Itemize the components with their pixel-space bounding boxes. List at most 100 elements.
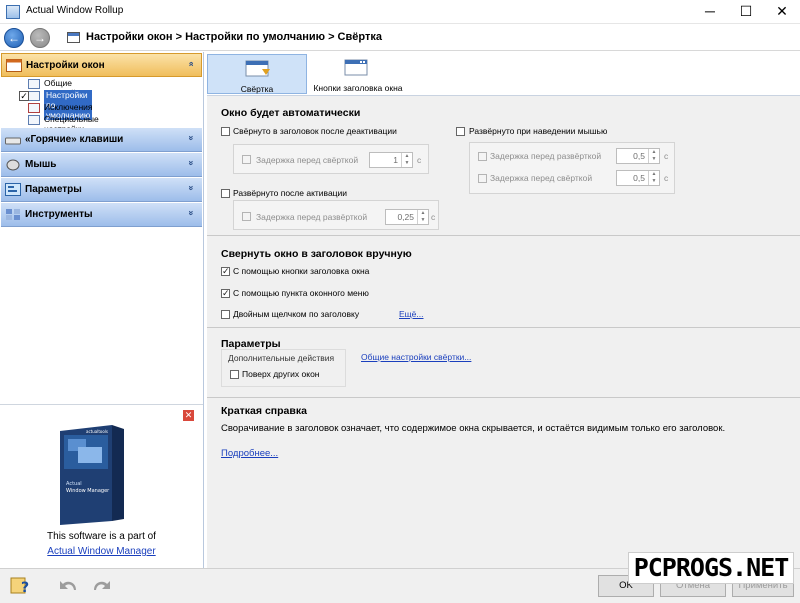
hover-delay-unroll-checkbox[interactable] (478, 152, 487, 161)
deactivation-delay-group: Задержка перед свёрткой 1 ▲ ▼ с (233, 144, 429, 174)
app-icon (6, 5, 20, 19)
double-click-label: Двойным щелчком по заголовку (233, 309, 360, 319)
spinner-arrows-icon[interactable]: ▲ ▼ (648, 171, 659, 185)
via-title-button-label: С помощью кнопки заголовка окна (233, 266, 370, 276)
svg-text:?: ? (21, 580, 29, 595)
delay-before-unroll-label: Задержка перед развёрткой (256, 212, 368, 222)
section-title: Краткая справка (221, 405, 307, 417)
exclusions-icon (28, 103, 40, 113)
sidebar-category-label: «Горячие» клавиши (25, 134, 124, 145)
chevron-down-icon: » (186, 210, 197, 216)
keyboard-icon (5, 133, 21, 146)
sidebar-category-tools[interactable]: Инструменты » (1, 203, 202, 227)
tools-icon (5, 208, 21, 221)
undo-icon[interactable] (58, 575, 80, 595)
hover-delay-rollup-label: Задержка перед свёрткой (490, 173, 593, 183)
close-button[interactable]: ✕ (764, 0, 800, 24)
extra-actions-label: Дополнительные действия (228, 353, 335, 363)
tab-label: Кнопки заголовка окна (313, 83, 403, 93)
rollup-delay-spinner[interactable]: 1 ▲ ▼ (369, 152, 413, 168)
box-title-line2: Window Manager (66, 488, 110, 494)
hover-delay-group: Задержка перед развёрткой 0,5 ▲ ▼ с Задерж… (469, 142, 675, 194)
tab-rollup[interactable]: Свёртка (207, 54, 307, 94)
default-settings-checkbox[interactable]: ✓ (19, 91, 29, 101)
spinner-arrows-icon[interactable]: ▲ ▼ (401, 153, 412, 167)
rolled-after-deactivation-label: Свёрнуто в заголовок после деактивации (233, 126, 397, 136)
seconds-unit: с (431, 212, 436, 222)
hover-rollup-spinner[interactable]: 0,5 ▲ ▼ (616, 170, 660, 186)
forward-button[interactable]: → (30, 28, 50, 48)
redo-icon[interactable] (90, 575, 112, 595)
unrolled-on-hover-label: Развёрнуто при наведении мышью (469, 126, 608, 136)
seconds-unit: с (417, 155, 422, 165)
default-settings-icon (28, 91, 40, 101)
help-icon[interactable]: ? (10, 575, 32, 596)
hover-delay-rollup-checkbox[interactable] (478, 174, 487, 183)
delay-before-rollup-checkbox[interactable] (242, 155, 251, 164)
spinner-arrows-icon[interactable]: ▲ ▼ (417, 210, 428, 224)
chevron-down-icon: » (186, 160, 197, 166)
breadcrumb: Настройки окон > Настройки по умолчанию … (86, 31, 382, 43)
double-click-checkbox[interactable] (221, 310, 230, 319)
title-bar: Actual Window Rollup ─ ☐ ✕ (0, 0, 800, 24)
section-title: Свернуть окно в заголовок вручную (221, 248, 412, 260)
via-window-menu-checkbox[interactable]: ✓ (221, 289, 230, 298)
tab-label: Свёртка (240, 84, 274, 94)
product-box-image: actualtools Actual Window Manager (60, 425, 124, 525)
sidebar-category-label: Мышь (25, 159, 57, 170)
unrolled-after-activation-checkbox[interactable] (221, 189, 230, 198)
settings-content: Окно будет автоматически Свёрнуто в заго… (207, 96, 800, 568)
box-brand: actualtools (86, 429, 108, 434)
hover-unroll-spinner[interactable]: 0,5 ▲ ▼ (616, 148, 660, 164)
help-section: Краткая справка Сворачивание в заголовок… (207, 404, 800, 464)
seconds-unit: с (664, 173, 669, 183)
sidebar-category-hotkeys[interactable]: «Горячие» клавиши » (1, 128, 202, 152)
back-button[interactable]: ← (4, 28, 24, 48)
promo-panel: ✕ actualtools Actual Window Manager This… (0, 404, 203, 568)
chevron-down-icon: » (186, 135, 197, 141)
extra-actions-group: Дополнительные действия Поверх других ок… (221, 349, 346, 387)
unrolled-after-activation-label: Развёрнуто после активации (233, 188, 348, 198)
sidebar-category-window-settings[interactable]: Настройки окон » (1, 53, 202, 77)
promo-text: This software is a part of (47, 531, 156, 542)
window-settings-icon (6, 59, 22, 72)
spinner-arrows-icon[interactable]: ▲ ▼ (648, 149, 659, 163)
sidebar-category-label: Параметры (25, 184, 82, 195)
via-window-menu-label: С помощью пункта оконного меню (233, 288, 369, 298)
via-title-button-checkbox[interactable]: ✓ (221, 267, 230, 276)
more-options-link[interactable]: Ещё... (399, 309, 423, 319)
delay-before-unroll-checkbox[interactable] (242, 212, 251, 221)
sidebar-category-mouse[interactable]: Мышь » (1, 153, 202, 177)
chevron-down-icon: » (186, 185, 197, 191)
sidebar-category-parameters[interactable]: Параметры » (1, 178, 202, 202)
manual-section: Свернуть окно в заголовок вручную ✓ С по… (207, 242, 800, 328)
minimize-button[interactable]: ─ (692, 0, 728, 24)
unrolled-on-hover-checkbox[interactable] (456, 127, 465, 136)
help-more-link[interactable]: Подробнее... (221, 448, 278, 459)
rolled-after-deactivation-checkbox[interactable] (221, 127, 230, 136)
special-settings-icon (28, 115, 40, 125)
unroll-delay-spinner[interactable]: 0,25 ▲ ▼ (385, 209, 429, 225)
activation-delay-group: Задержка перед развёрткой 0,25 ▲ ▼ с (233, 200, 439, 230)
promo-link[interactable]: Actual Window Manager (0, 546, 203, 557)
sidebar-category-label: Настройки окон (26, 60, 105, 71)
chevron-up-icon: » (185, 61, 196, 67)
params-section: Параметры Дополнительные действия Поверх… (207, 334, 800, 398)
tab-title-buttons[interactable]: Кнопки заголовка окна (307, 54, 409, 94)
general-rollup-settings-link[interactable]: Общие настройки свёртки... (361, 352, 471, 362)
general-settings-icon (28, 79, 40, 89)
help-text: Сворачивание в заголовок означает, что с… (221, 423, 726, 434)
navigation-bar: ← → Настройки окон > Настройки по умолча… (0, 25, 800, 51)
hover-delay-unroll-label: Задержка перед развёрткой (490, 151, 602, 161)
mouse-icon (5, 158, 21, 171)
auto-section: Окно будет автоматически Свёрнуто в заго… (207, 102, 800, 236)
sidebar-category-label: Инструменты (25, 209, 93, 220)
window-settings-icon (67, 32, 80, 43)
on-top-checkbox[interactable] (230, 370, 239, 379)
window-title: Actual Window Rollup (26, 5, 124, 16)
watermark: PCPROGS.NET (628, 552, 794, 584)
maximize-button[interactable]: ☐ (728, 0, 764, 24)
section-title: Окно будет автоматически (221, 107, 361, 119)
close-icon[interactable]: ✕ (183, 410, 194, 421)
sidebar-item-label: Исключения (44, 102, 93, 112)
